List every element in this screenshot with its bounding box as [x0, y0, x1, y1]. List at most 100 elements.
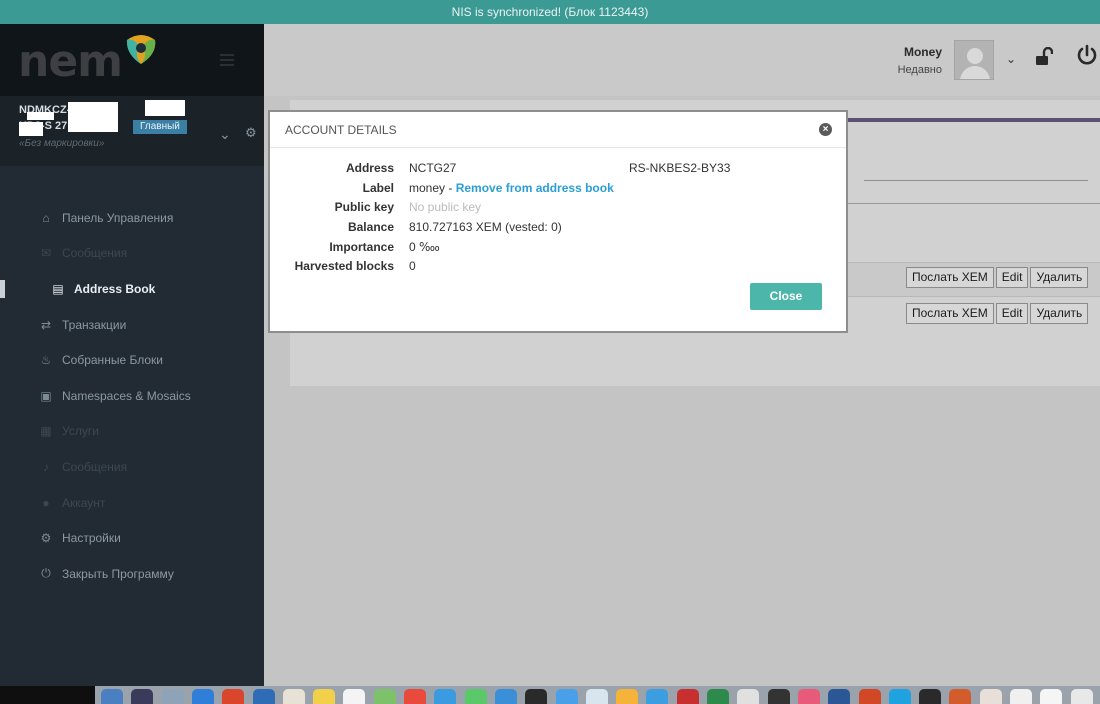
- sidebar-item-label: Панель Управления: [62, 210, 174, 225]
- dock-app-icon[interactable]: [676, 689, 699, 704]
- dock-app-icon[interactable]: [555, 689, 578, 704]
- chevron-down-icon[interactable]: ⌄: [219, 126, 231, 143]
- detail-label: Balance: [347, 220, 394, 235]
- dock-app-icon[interactable]: [494, 689, 517, 704]
- dock-app-icon[interactable]: [616, 689, 639, 704]
- os-dock: [95, 686, 1100, 704]
- edit-button[interactable]: Edit: [995, 303, 1029, 324]
- dock-app-icon[interactable]: [464, 689, 487, 704]
- row-actions: Послать XEM Edit Удалить: [904, 303, 1089, 324]
- dock-app-icon[interactable]: [888, 689, 911, 704]
- dock-app-icon[interactable]: [434, 689, 457, 704]
- dock-app-icon[interactable]: [1070, 689, 1093, 704]
- sidebar-item-dashboard[interactable]: ⌂ Панель Управления: [0, 200, 264, 236]
- detail-label: Harvested blocks: [294, 259, 394, 274]
- power-icon[interactable]: [1076, 44, 1098, 66]
- chevron-down-icon[interactable]: ⌄: [1006, 52, 1016, 66]
- edit-button[interactable]: Edit: [995, 267, 1029, 288]
- close-icon[interactable]: ×: [819, 123, 832, 136]
- dock-app-icon[interactable]: [222, 689, 245, 704]
- sidebar-item-label: Настройки: [62, 531, 121, 546]
- dock-app-icon[interactable]: [191, 689, 214, 704]
- account-selector[interactable]: NDMKCZ- ZJMI A- KD2-S 27 Главный «Без ма…: [0, 96, 264, 166]
- detail-row-importance: Importance 0 ‱: [270, 237, 846, 257]
- dock-app-icon[interactable]: [373, 689, 396, 704]
- dock-app-icon[interactable]: [979, 689, 1002, 704]
- detail-value-tail: RS-NKBES2-BY33: [629, 161, 731, 175]
- dock-app-icon[interactable]: [707, 689, 729, 704]
- dock-app-icon[interactable]: [252, 689, 275, 704]
- close-button[interactable]: Close: [750, 283, 822, 310]
- nem-logo: nem: [18, 36, 123, 87]
- sidebar: nem NDMKCZ- ZJMI A- KD2-S 27 Главный «Бе…: [0, 24, 264, 686]
- sidebar-item-notifications[interactable]: ♪ Сообщения: [0, 449, 264, 485]
- sidebar-item-transactions[interactable]: ⇄ Транзакции: [0, 307, 264, 343]
- avatar[interactable]: [954, 40, 994, 80]
- sidebar-item-account[interactable]: ● Аккаунт: [0, 485, 264, 521]
- detail-label: Address: [345, 161, 394, 175]
- gear-icon[interactable]: ⚙: [245, 125, 257, 141]
- dock-app-icon[interactable]: [767, 689, 790, 704]
- sidebar-item-label: Услуги: [62, 424, 99, 439]
- sidebar-item-namespaces[interactable]: ▣ Namespaces & Mosaics: [0, 378, 264, 414]
- dock-app-icon[interactable]: [858, 689, 881, 704]
- menu-toggle-icon[interactable]: [220, 54, 234, 66]
- sidebar-item-address-book[interactable]: ▤ Address Book: [0, 271, 264, 307]
- sidebar-item-settings[interactable]: ⚙ Настройки: [0, 520, 264, 556]
- dock-app-icon[interactable]: [161, 689, 184, 704]
- gears-icon: ⚙: [40, 531, 52, 546]
- detail-row-label: Label money - Remove from address book: [270, 178, 846, 198]
- detail-row-harvested-blocks: Harvested blocks 0: [270, 256, 846, 276]
- dock-app-icon[interactable]: [797, 689, 820, 704]
- sidebar-item-label: Закрыть Программу: [62, 566, 174, 581]
- send-xem-button[interactable]: Послать XEM: [906, 267, 994, 288]
- delete-button[interactable]: Удалить: [1030, 303, 1089, 324]
- divider: [844, 203, 1100, 204]
- dock-app-icon[interactable]: [737, 689, 760, 704]
- dock-app-icon[interactable]: [949, 689, 972, 704]
- briefcase-icon: ▣: [40, 388, 52, 403]
- dock-app-icon[interactable]: [1040, 689, 1063, 704]
- label-value: money: [409, 180, 446, 195]
- sidebar-item-close-program[interactable]: ⏻ Закрыть Программу: [0, 556, 264, 592]
- delete-button[interactable]: Удалить: [1030, 267, 1089, 288]
- transfer-icon: ⇄: [40, 317, 52, 332]
- header-user-name: Money: [903, 45, 942, 59]
- dock-app-icon[interactable]: [919, 689, 942, 704]
- sidebar-item-services[interactable]: ▦ Услуги: [0, 414, 264, 450]
- redaction-mask: [19, 122, 43, 136]
- dock-app-icon[interactable]: [101, 689, 123, 704]
- dock-app-icon[interactable]: [828, 689, 851, 704]
- nem-logo-mark-icon: [126, 35, 156, 64]
- sidebar-item-label: Сообщения: [62, 246, 128, 261]
- detail-row-public-key: Public key No public key: [270, 197, 846, 217]
- detail-value: No public key: [409, 200, 482, 215]
- dock-app-icon[interactable]: [282, 689, 305, 704]
- dock-app-icon[interactable]: [585, 689, 608, 704]
- account-details-modal: ACCOUNT DETAILS × Address NCTG27 RS-NKBE…: [268, 110, 848, 333]
- send-xem-button[interactable]: Послать XEM: [906, 303, 994, 324]
- dock-app-icon[interactable]: [1010, 689, 1032, 704]
- panel-accent-line: [844, 118, 1100, 122]
- sidebar-item-label: Собранные Блоки: [62, 353, 163, 368]
- modal-title: ACCOUNT DETAILS: [285, 123, 397, 137]
- detail-label: Label: [362, 180, 394, 195]
- row-actions: Послать XEM Edit Удалить: [904, 267, 1089, 288]
- dock-app-icon[interactable]: [404, 689, 426, 704]
- dock-app-icon[interactable]: [525, 689, 548, 704]
- dock-app-icon[interactable]: [646, 689, 669, 704]
- unlock-icon[interactable]: [1033, 47, 1053, 67]
- sync-status-bar: NIS is synchronized! (Блок 1123443): [0, 0, 1100, 24]
- cutlery-icon: ♨: [40, 353, 52, 368]
- dock-app-icon[interactable]: [313, 689, 336, 704]
- detail-value: NCTG27: [409, 161, 457, 175]
- sidebar-item-harvested-blocks[interactable]: ♨ Собранные Блоки: [0, 342, 264, 378]
- dock-app-icon[interactable]: [343, 689, 366, 704]
- detail-label: Importance: [329, 239, 394, 254]
- remove-from-address-book-link[interactable]: Remove from address book: [456, 181, 614, 195]
- detail-value: money - Remove from address book: [409, 181, 614, 195]
- detail-row-balance: Balance 810.727163 XEM (vested: 0): [270, 217, 846, 237]
- dock-app-icon[interactable]: [131, 689, 154, 704]
- logo-area: nem: [0, 24, 264, 96]
- sidebar-item-messages[interactable]: ✉ Сообщения: [0, 236, 264, 272]
